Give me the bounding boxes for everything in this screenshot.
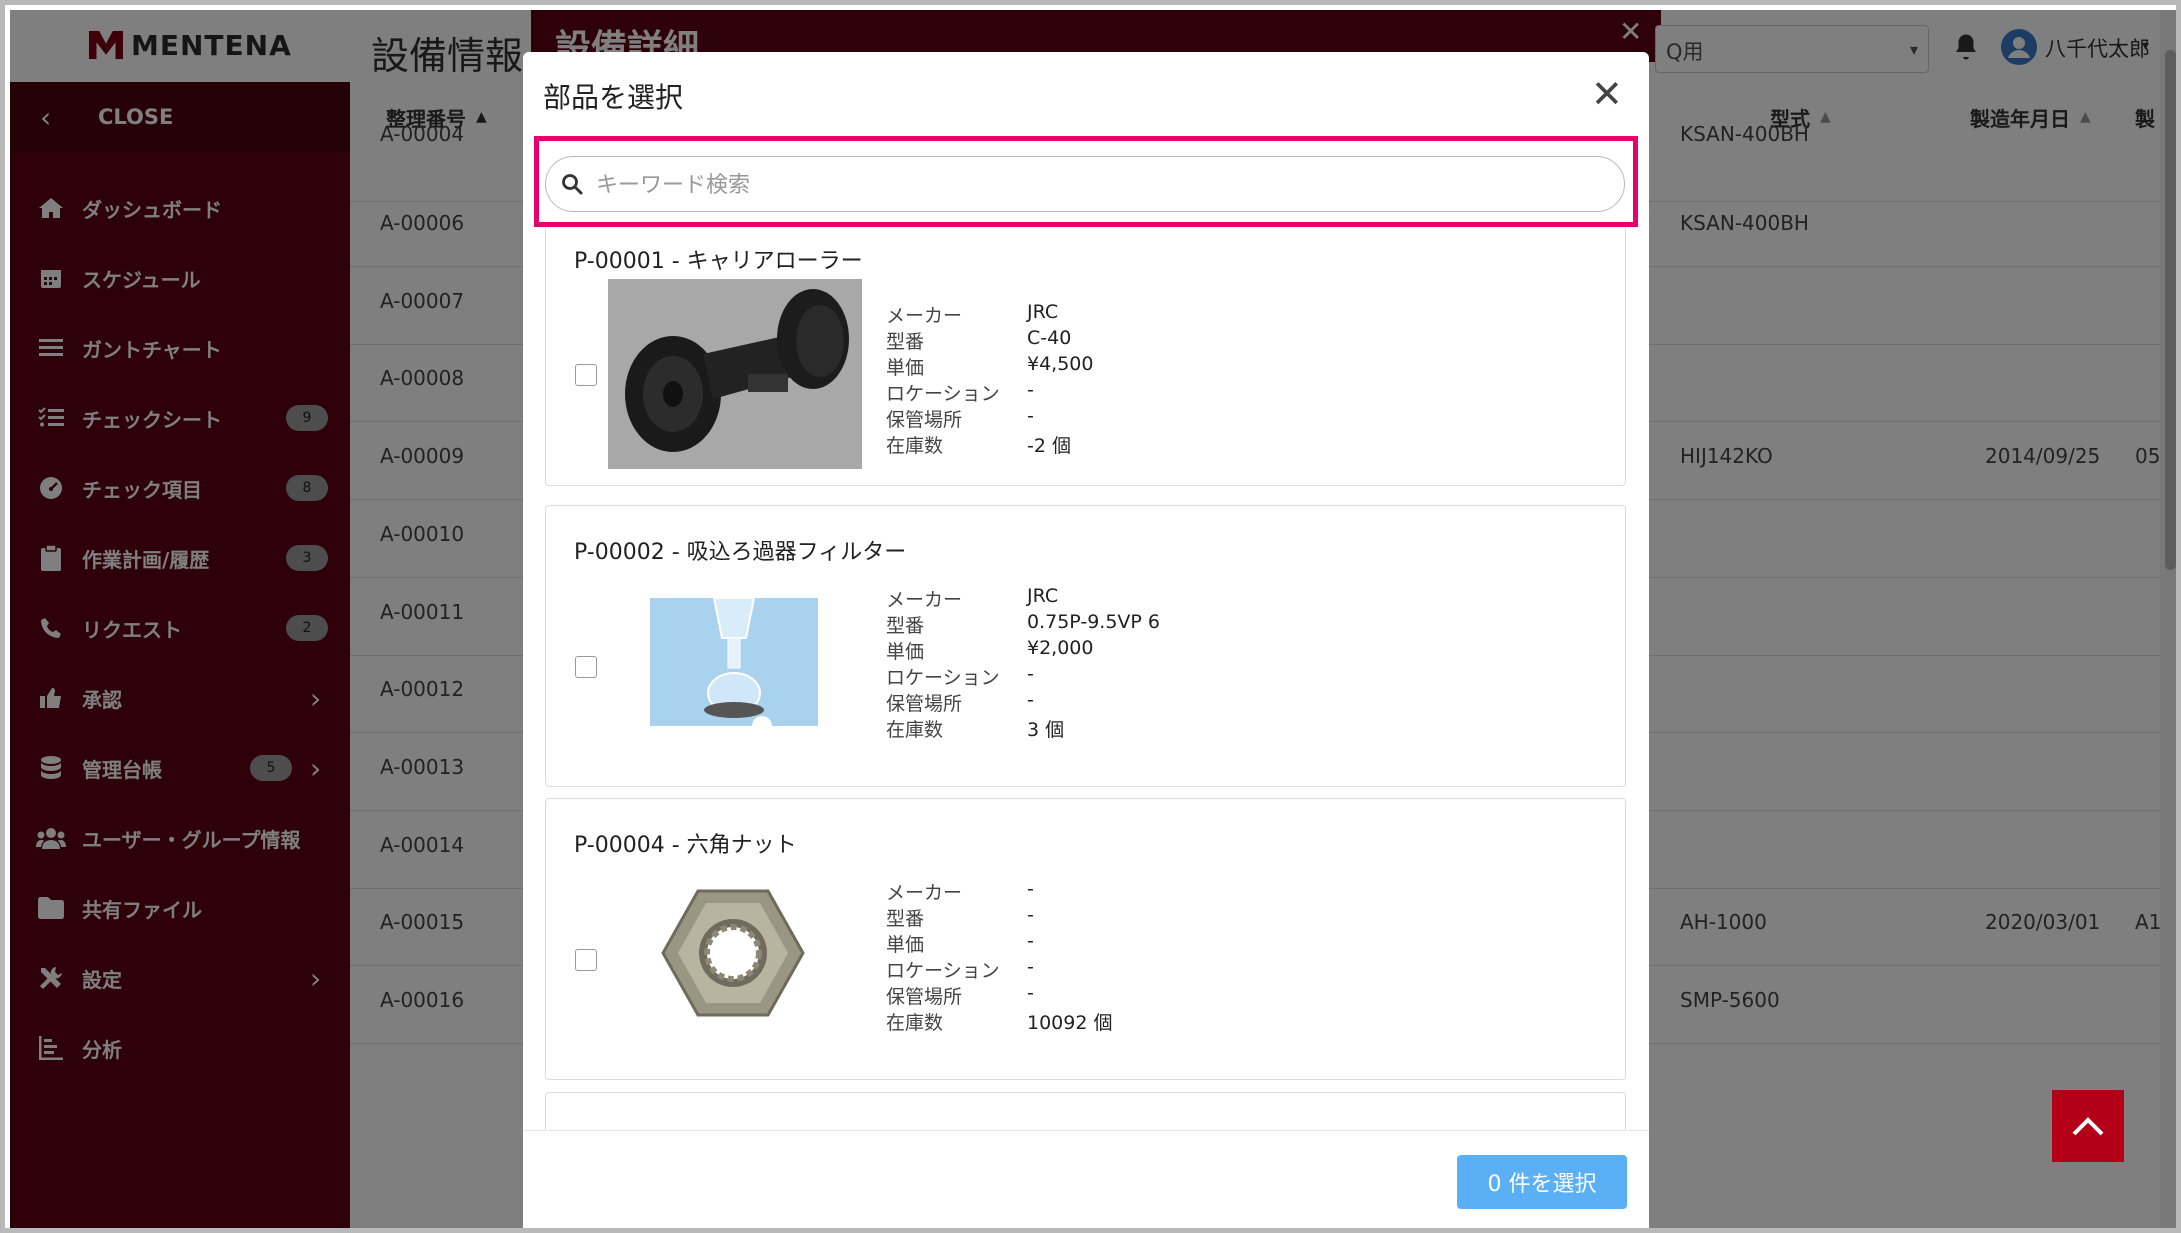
label-stock: 在庫数 (886, 1012, 944, 1034)
value-location: - (1027, 379, 1034, 401)
value-storage: - (1027, 982, 1034, 1004)
label-model: 型番 (886, 908, 925, 930)
value-price: ¥4,500 (1027, 353, 1094, 375)
label-maker: メーカー (886, 305, 963, 327)
part-checkbox[interactable] (575, 656, 597, 678)
label-location: ロケーション (886, 960, 1000, 982)
part-title: P-00002 - 吸込ろ過器フィルター (574, 540, 907, 565)
value-storage: - (1027, 689, 1034, 711)
part-image-carrier-roller (608, 279, 862, 469)
part-card[interactable] (545, 1092, 1626, 1130)
part-card[interactable]: P-00002 - 吸込ろ過器フィルター メーカー JRC 型番 0.75P-9.5… (545, 505, 1626, 787)
label-storage: 保管場所 (886, 693, 963, 715)
label-stock: 在庫数 (886, 435, 944, 457)
chevron-up-icon (2072, 1117, 2104, 1136)
value-maker: JRC (1027, 585, 1059, 607)
confirm-selection-button[interactable]: 0 件を選択 (1457, 1155, 1627, 1209)
label-price: 単価 (886, 357, 925, 379)
part-title: P-00001 - キャリアローラー (574, 249, 863, 274)
value-storage: - (1027, 405, 1034, 427)
value-model: - (1027, 904, 1034, 926)
back-to-top-button[interactable] (2052, 1090, 2124, 1162)
parts-list: P-00001 - キャリアローラー メーカー JRC 型番 C-40 単価 ¥… (523, 228, 1649, 1130)
value-stock: 3 個 (1027, 719, 1065, 741)
value-maker: JRC (1027, 301, 1059, 323)
value-stock: -2 個 (1027, 435, 1071, 457)
part-card[interactable]: P-00001 - キャリアローラー メーカー JRC 型番 C-40 単価 ¥… (545, 228, 1626, 486)
value-model: 0.75P-9.5VP 6 (1027, 611, 1160, 633)
label-location: ロケーション (886, 383, 1000, 405)
label-location: ロケーション (886, 667, 1000, 689)
search-icon (562, 174, 583, 195)
label-model: 型番 (886, 615, 925, 637)
label-storage: 保管場所 (886, 409, 963, 431)
part-checkbox[interactable] (575, 949, 597, 971)
value-location: - (1027, 663, 1034, 685)
part-checkbox[interactable] (575, 364, 597, 386)
select-parts-modal: 部品を選択 ✕ P-00001 - キャリアローラー (523, 52, 1649, 1228)
value-model: C-40 (1027, 327, 1072, 349)
screen-frame: MENTENA 設備情報 設備詳細 ✕ Q用 ▾ 八千代太郎 ▾ ‹ CLOSE (0, 0, 2181, 1233)
value-location: - (1027, 956, 1034, 978)
label-maker: メーカー (886, 589, 963, 611)
part-info: メーカー - 型番 - 単価 - ロケーション - 保管場所 - 在庫数 10092 個 (886, 878, 1112, 1034)
part-image-hex-nut (658, 883, 808, 1023)
modal-close-icon[interactable]: ✕ (1591, 72, 1623, 116)
part-title: P-00004 - 六角ナット (574, 833, 797, 858)
label-model: 型番 (886, 331, 925, 353)
value-stock: 10092 個 (1027, 1012, 1113, 1034)
value-maker: - (1027, 878, 1034, 900)
value-price: ¥2,000 (1027, 637, 1094, 659)
part-info: メーカー JRC 型番 0.75P-9.5VP 6 単価 ¥2,000 ロケーション -… (886, 585, 1160, 741)
value-price: - (1027, 930, 1034, 952)
label-price: 単価 (886, 641, 925, 663)
label-price: 単価 (886, 934, 925, 956)
search-input[interactable] (596, 165, 1606, 205)
part-image-suction-filter (650, 598, 818, 726)
part-card[interactable]: P-00004 - 六角ナット メーカー - 型番 - 単価 - ロケーション - (545, 798, 1626, 1080)
modal-title: 部品を選択 (543, 81, 684, 114)
label-maker: メーカー (886, 882, 963, 904)
part-info: メーカー JRC 型番 C-40 単価 ¥4,500 ロケーション - 保管場所 - 在庫… (886, 301, 1093, 457)
search-box[interactable] (545, 156, 1625, 212)
label-storage: 保管場所 (886, 986, 963, 1008)
modal-footer: 0 件を選択 (523, 1130, 1649, 1228)
label-stock: 在庫数 (886, 719, 944, 741)
